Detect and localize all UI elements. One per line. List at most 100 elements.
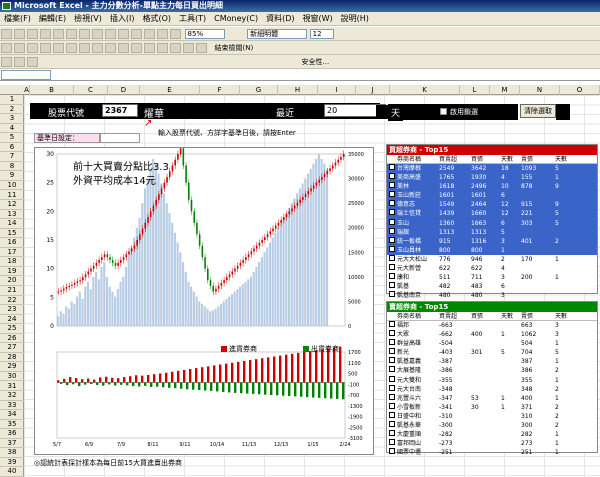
menu-item[interactable]: 檢視(V) (70, 12, 106, 26)
row-header[interactable]: 2 (0, 105, 24, 115)
row-header[interactable]: 36 (0, 429, 24, 439)
name-box[interactable] (1, 70, 51, 80)
table-row[interactable]: 元大大松山 776 946 2 170 1 (387, 254, 597, 264)
table-row[interactable]: 凱基永華 -300 300 2 (387, 421, 597, 430)
row-checkbox[interactable] (389, 366, 395, 373)
tool-icon[interactable] (1, 43, 12, 53)
table-row[interactable]: 凱基嘉義 -387 387 1 (387, 357, 597, 366)
menu-item[interactable]: 插入(I) (106, 12, 139, 26)
chart-area[interactable]: 0 5 10 15 20 25 30 0 5000 10000 15000 20000 25000 300… (34, 144, 374, 455)
column-header[interactable]: O (560, 85, 600, 95)
row-checkbox[interactable] (389, 273, 395, 280)
table-row[interactable]: 富邦岡山 -273 273 1 (387, 439, 597, 448)
row-header[interactable]: 3 (0, 114, 24, 124)
row-checkbox[interactable] (389, 321, 395, 327)
column-header[interactable]: K (390, 85, 460, 95)
row-checkbox[interactable] (389, 393, 395, 400)
tool-icon[interactable] (66, 43, 77, 53)
preview-icon[interactable] (53, 29, 64, 39)
row-header[interactable]: 14 (0, 219, 24, 229)
row-header[interactable]: 39 (0, 458, 24, 468)
table-row[interactable]: 玉山員林 800 800 1 (387, 245, 597, 255)
table-row[interactable]: 台灣摩根 2549 3642 18 1093 5 (387, 164, 597, 174)
tool-icon[interactable] (53, 43, 64, 53)
tool-icon[interactable] (14, 57, 25, 67)
row-header[interactable]: 25 (0, 324, 24, 334)
table-row[interactable]: 美商高盛 1765 1930 4 155 1 (387, 173, 597, 183)
row-header[interactable]: 21 (0, 286, 24, 296)
row-checkbox[interactable] (389, 402, 395, 409)
menu-item[interactable]: 格式(O) (138, 12, 175, 26)
menu-item[interactable]: CMoney(C) (210, 12, 262, 26)
new-icon[interactable] (1, 29, 12, 39)
tool-icon[interactable] (183, 43, 194, 53)
save-icon[interactable] (27, 29, 38, 39)
column-header[interactable]: J (356, 85, 390, 95)
end-review-button[interactable]: 結束檢閱(N) (215, 41, 254, 55)
sum-icon[interactable] (144, 29, 155, 39)
tool-icon[interactable] (144, 43, 155, 53)
table-row[interactable]: 國票中壢 -251 251 1 (387, 448, 597, 457)
row-header[interactable]: 27 (0, 343, 24, 353)
open-icon[interactable] (14, 29, 25, 39)
row-header[interactable]: 28 (0, 353, 24, 363)
tool-icon[interactable] (118, 43, 129, 53)
row-header[interactable]: 33 (0, 401, 24, 411)
column-header[interactable]: G (240, 85, 278, 95)
table-row[interactable]: 元大新營 622 622 4 (387, 264, 597, 273)
table-row[interactable]: 凱基 482 483 6 (387, 282, 597, 291)
row-header[interactable]: 18 (0, 257, 24, 267)
stock-code-input[interactable]: 2367 (102, 104, 138, 117)
column-header[interactable]: B (30, 85, 74, 95)
zoom-select[interactable]: 85% (184, 29, 225, 39)
row-header[interactable]: 12 (0, 200, 24, 210)
row-checkbox[interactable] (389, 236, 395, 243)
row-header[interactable]: 11 (0, 191, 24, 201)
table-row[interactable]: 瑞銀 1313 1313 5 (387, 227, 597, 237)
table-row[interactable]: 福邦 -663 663 3 (387, 321, 597, 330)
row-header[interactable]: 1 (0, 95, 24, 105)
table-row[interactable]: 大眾 -662 400 1 1062 3 (387, 330, 597, 339)
table-row[interactable]: 統一板橋 915 1316 3 401 2 (387, 236, 597, 246)
menu-item[interactable]: 說明(H) (337, 12, 373, 26)
tool-icon[interactable] (105, 43, 116, 53)
font-select[interactable]: 新細明體 (247, 29, 308, 39)
table-row[interactable]: 小雪板新 -341 30 1 371 2 (387, 402, 597, 412)
row-checkbox[interactable] (389, 191, 395, 198)
row-checkbox[interactable] (389, 254, 395, 261)
column-header[interactable]: M (490, 85, 520, 95)
sort-icon[interactable] (157, 29, 168, 39)
table-row[interactable]: 美林 1618 2496 10 878 9 (387, 182, 597, 192)
row-checkbox[interactable] (389, 375, 395, 382)
table-row[interactable]: 玉山新莊 1601 1601 6 (387, 191, 597, 201)
row-header[interactable]: 29 (0, 362, 24, 372)
tool-icon[interactable] (170, 43, 181, 53)
table-row[interactable]: 康和 511 711 3 200 1 (387, 273, 597, 282)
table-row[interactable]: 德意志 1549 2464 12 915 9 (387, 200, 597, 210)
column-header[interactable]: C (74, 85, 108, 95)
column-header[interactable]: N (520, 85, 560, 95)
table-row[interactable]: 兆豐斗六 -347 53 1 400 1 (387, 393, 597, 403)
tool-icon[interactable] (27, 43, 38, 53)
row-checkbox[interactable] (389, 384, 395, 391)
tool-icon[interactable] (131, 43, 142, 53)
undo-icon[interactable] (118, 29, 129, 39)
tool-icon[interactable] (14, 43, 25, 53)
table-row[interactable]: 元大雙和 -355 355 1 (387, 375, 597, 385)
row-header[interactable]: 40 (0, 467, 24, 477)
row-header[interactable]: 5 (0, 133, 24, 143)
row-checkbox[interactable] (389, 348, 395, 355)
row-checkbox[interactable] (389, 411, 395, 418)
spell-icon[interactable] (66, 29, 77, 39)
row-checkbox[interactable] (389, 218, 395, 225)
row-checkbox[interactable] (389, 330, 395, 337)
base-date-input[interactable] (100, 133, 140, 143)
clear-selection-button[interactable]: 清除選取 (520, 104, 556, 118)
tool-icon[interactable] (40, 43, 51, 53)
table-row[interactable]: 大展基隆 -386 386 2 (387, 366, 597, 375)
print-icon[interactable] (40, 29, 51, 39)
formula-bar[interactable] (0, 69, 600, 81)
row-checkbox[interactable] (389, 339, 395, 346)
row-checkbox[interactable] (389, 291, 395, 298)
row-header[interactable]: 20 (0, 276, 24, 286)
